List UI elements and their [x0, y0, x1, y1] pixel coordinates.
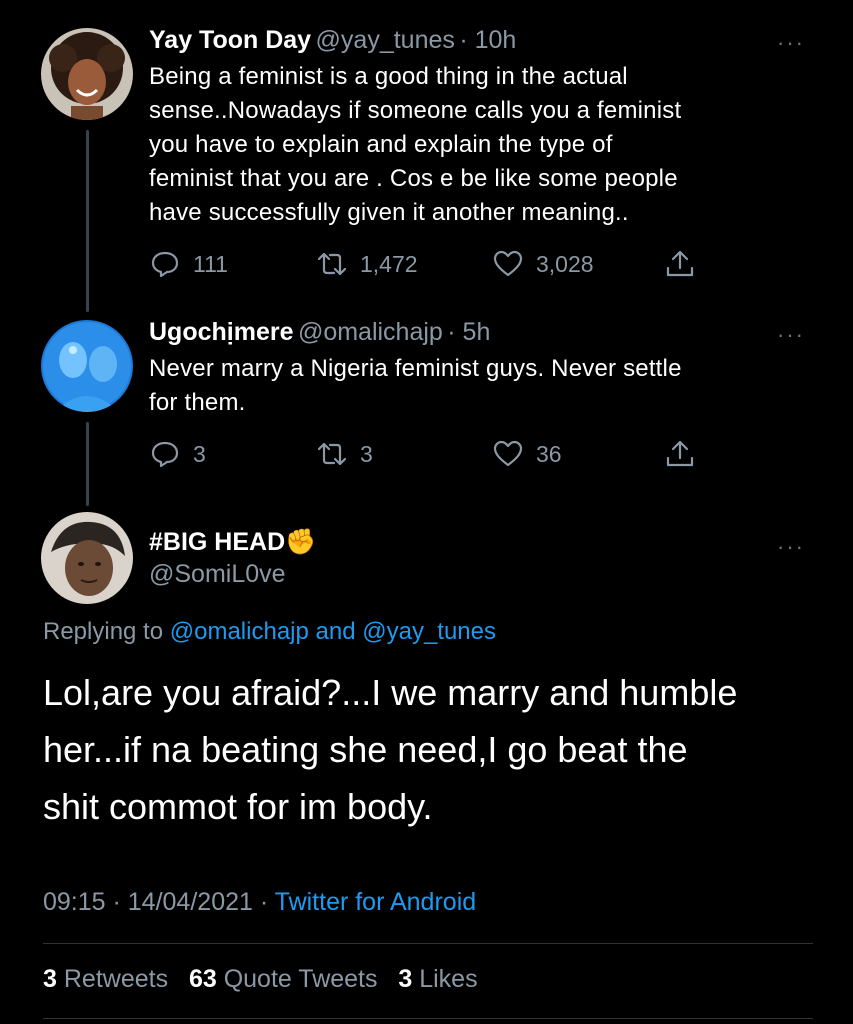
- text-line: Lol,are you afraid?...I we marry and hum…: [43, 672, 738, 713]
- source-link[interactable]: Twitter for Android: [275, 888, 476, 916]
- heart-icon: [493, 250, 523, 277]
- display-name[interactable]: Yay Toon Day: [149, 26, 311, 54]
- like-button[interactable]: 3,028: [492, 248, 594, 280]
- handle[interactable]: @SomiL0ve: [149, 560, 286, 589]
- mention-link[interactable]: @omalichajp: [170, 618, 309, 645]
- avatar-photo-icon: [41, 28, 133, 120]
- text-line: shit commot for im body.: [43, 786, 433, 827]
- quotes-count: 63: [188, 965, 217, 993]
- text-line: Being a feminist is a good thing in the …: [149, 63, 628, 90]
- thread-line: [86, 130, 89, 312]
- share-button[interactable]: [664, 248, 696, 280]
- avatar-big-head[interactable]: [41, 512, 133, 604]
- retweets-count: 3: [43, 965, 57, 993]
- stats-row: 3 Retweets 63 Quote Tweets 3 Likes: [43, 965, 478, 994]
- avatar-photo-icon: [41, 320, 133, 412]
- divider: [43, 1018, 813, 1019]
- retweet-count: 1,472: [360, 250, 418, 277]
- tweet1-header: Yay Toon Day @yay_tunes · 10h: [149, 26, 516, 55]
- text-line: Never marry a Nigeria feminist guys. Nev…: [149, 355, 682, 382]
- heart-icon: [493, 440, 523, 467]
- avatar-photo-icon: [41, 512, 133, 604]
- tweet2-header: Ugochịmere @omalichajp · 5h: [149, 318, 490, 347]
- share-icon: [666, 250, 694, 277]
- text-line: you have to explain and explain the type…: [149, 131, 613, 158]
- mention-and: and: [315, 618, 356, 645]
- reply-count: 3: [193, 440, 206, 467]
- timestamp[interactable]: 09:15 · 14/04/2021 ·: [43, 888, 268, 916]
- likes-label: Likes: [419, 965, 478, 993]
- tweet1-text: Being a feminist is a good thing in the …: [149, 60, 809, 230]
- tweet3-text: Lol,are you afraid?...I we marry and hum…: [43, 664, 833, 835]
- timestamp-row: 09:15 · 14/04/2021 · Twitter for Android: [43, 888, 476, 917]
- display-name[interactable]: Ugochịmere: [149, 318, 293, 346]
- text-line: feminist that you are . Cos e be like so…: [149, 165, 678, 192]
- likes-stat[interactable]: 3 Likes: [398, 965, 477, 993]
- handle[interactable]: @yay_tunes: [316, 26, 455, 54]
- reply-count: 111: [193, 250, 228, 277]
- retweet-button[interactable]: 3: [316, 438, 373, 470]
- replying-prefix: Replying to: [43, 618, 164, 645]
- avatar-yay-toon-day[interactable]: [41, 28, 133, 120]
- retweet-icon: [317, 442, 347, 466]
- text-line: have successfully given it another meani…: [149, 199, 629, 226]
- reply-button[interactable]: 3: [149, 438, 206, 470]
- more-options-icon[interactable]: ···: [777, 32, 805, 54]
- retweets-stat[interactable]: 3 Retweets: [43, 965, 175, 993]
- retweet-count: 3: [360, 440, 373, 467]
- mention-link[interactable]: @yay_tunes: [362, 618, 496, 645]
- retweet-icon: [317, 252, 347, 276]
- share-button[interactable]: [664, 438, 696, 470]
- reply-icon: [151, 441, 179, 468]
- like-count: 3,028: [536, 250, 594, 277]
- text-line: her...if na beating she need,I go beat t…: [43, 729, 688, 770]
- more-options-icon[interactable]: ···: [777, 536, 805, 558]
- quote-tweets-stat[interactable]: 63 Quote Tweets: [189, 965, 385, 993]
- like-count: 36: [536, 440, 562, 467]
- retweet-button[interactable]: 1,472: [316, 248, 418, 280]
- quotes-label: Quote Tweets: [223, 965, 378, 993]
- display-name[interactable]: #BIG HEAD✊: [149, 528, 316, 557]
- handle[interactable]: @omalichajp: [298, 318, 443, 346]
- replying-to: Replying to @omalichajp and @yay_tunes: [43, 618, 496, 646]
- likes-count: 3: [398, 965, 413, 993]
- retweets-label: Retweets: [63, 965, 169, 993]
- divider: [43, 943, 813, 944]
- thread-line: [86, 422, 89, 506]
- like-button[interactable]: 36: [492, 438, 562, 470]
- share-icon: [666, 440, 694, 467]
- time[interactable]: · 5h: [447, 318, 490, 346]
- reply-button[interactable]: 111: [149, 248, 228, 280]
- avatar-ugochimere[interactable]: [41, 320, 133, 412]
- tweet2-text: Never marry a Nigeria feminist guys. Nev…: [149, 352, 809, 420]
- reply-icon: [151, 251, 179, 278]
- more-options-icon[interactable]: ···: [777, 324, 805, 346]
- text-line: for them.: [149, 389, 246, 416]
- time[interactable]: · 10h: [459, 26, 516, 54]
- text-line: sense..Nowadays if someone calls you a f…: [149, 97, 682, 124]
